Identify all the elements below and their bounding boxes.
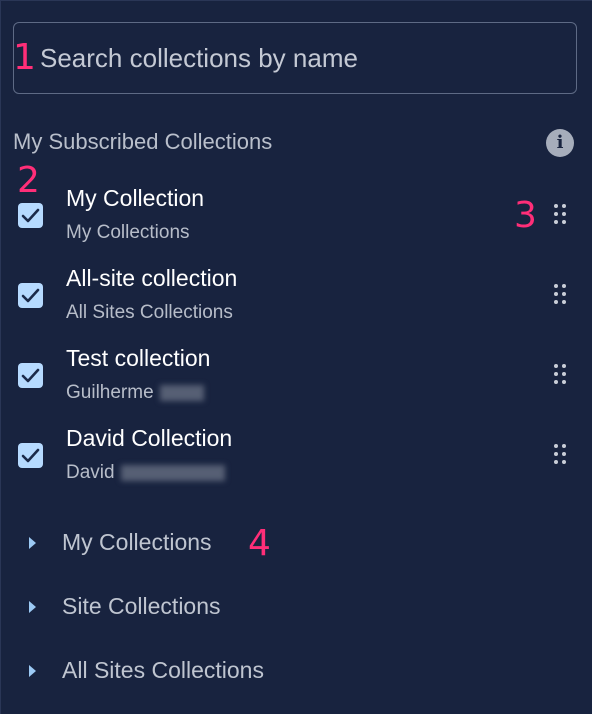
group-label: All Sites Collections (62, 657, 264, 683)
collection-subtitle-row: Guilherme (66, 382, 204, 404)
search-box[interactable] (13, 22, 577, 94)
redacted-text (120, 464, 225, 481)
checkmark-icon (21, 368, 40, 383)
collection-item[interactable]: My Collection My Collections (1, 181, 592, 261)
collection-item[interactable]: Test collection Guilherme (1, 341, 592, 421)
collection-subtitle: All Sites Collections (66, 302, 233, 323)
group-label: Site Collections (62, 593, 221, 619)
collection-title: All-site collection (66, 265, 238, 291)
caret-right-icon (29, 601, 36, 613)
collection-item[interactable]: All-site collection All Sites Collection… (1, 261, 592, 341)
caret-right-icon (29, 537, 36, 549)
collection-checkbox[interactable] (18, 203, 43, 228)
checkmark-icon (21, 288, 40, 303)
group-label: My Collections (62, 529, 212, 555)
collection-subtitle: David (66, 462, 115, 483)
collection-checkbox[interactable] (18, 443, 43, 468)
section-title: My Subscribed Collections (13, 129, 273, 154)
drag-handle-icon[interactable] (554, 444, 568, 466)
redacted-text (159, 384, 204, 401)
annotation-marker-1: 1 (13, 37, 36, 78)
collection-subtitle: Guilherme (66, 382, 154, 403)
collection-title: Test collection (66, 345, 211, 371)
group-site-collections[interactable]: Site Collections (1, 582, 592, 632)
checkmark-icon (21, 208, 40, 223)
search-input[interactable] (40, 23, 560, 93)
collection-title: My Collection (66, 185, 205, 211)
collection-item[interactable]: David Collection David (1, 421, 592, 501)
collection-checkbox[interactable] (18, 283, 43, 308)
drag-handle-icon[interactable] (554, 364, 568, 386)
collection-checkbox[interactable] (18, 363, 43, 388)
collection-subtitle: My Collections (66, 222, 190, 243)
drag-handle-icon[interactable] (554, 284, 568, 306)
info-icon[interactable]: i (546, 129, 574, 157)
group-all-sites-collections[interactable]: All Sites Collections (1, 646, 592, 696)
collections-panel: 1 My Subscribed Collections i 2 3 My Col… (0, 0, 592, 714)
annotation-marker-4: 4 (248, 523, 271, 564)
checkmark-icon (21, 448, 40, 463)
collection-subtitle-row: David (66, 462, 225, 484)
caret-right-icon (29, 665, 36, 677)
collection-title: David Collection (66, 425, 233, 451)
group-my-collections[interactable]: My Collections (1, 518, 592, 568)
drag-handle-icon[interactable] (554, 204, 568, 226)
